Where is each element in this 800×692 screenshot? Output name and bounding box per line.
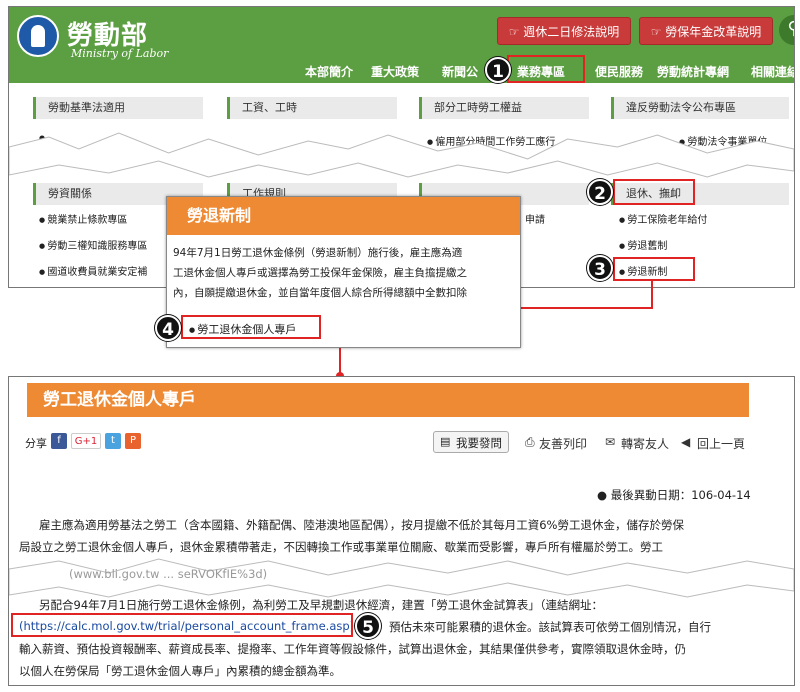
- print-link[interactable]: 友善列印: [539, 435, 587, 452]
- page-title: 勞工退休金個人專戶: [27, 383, 749, 417]
- popup-text-line: 94年7月1日勞工退休金條例（勞退新制）施行後，雇主應為適: [173, 247, 463, 259]
- popup-title: 勞退新制: [167, 197, 520, 235]
- body-text-line: 雇主應為適用勞基法之勞工（含本國籍、外籍配偶、陸港澳地區配偶），按月提繳不低於其…: [39, 518, 684, 532]
- highlight-box-personal-account: [181, 315, 321, 339]
- step-badge-4: 4: [155, 315, 181, 341]
- twitter-icon[interactable]: t: [105, 433, 121, 449]
- personal-account-page-panel: 勞工退休金個人專戶 分享 f G+1 t P ▤ 我要發問 ⎙ 友善列印 ✉ 轉…: [8, 376, 795, 686]
- facebook-icon[interactable]: f: [51, 433, 67, 449]
- body-text-line: 預估未來可能累積的退休金。該試算表可依勞工個別情況，自行: [389, 620, 711, 634]
- chat-icon: ▤: [440, 435, 451, 448]
- forward-icon[interactable]: ✉: [605, 435, 615, 449]
- body-text-fragment: (www.bli.gov.tw ... seRVOKfIE%3d): [69, 567, 268, 581]
- new-pension-popup: 勞退新制 94年7月1日勞工退休金條例（勞退新制）施行後，雇主應為適 工退休金個…: [155, 196, 521, 348]
- back-link[interactable]: 回上一頁: [697, 435, 745, 452]
- step-badge-5: 5: [355, 613, 381, 639]
- popup-text-line: 內，自願提繳退休金，並自當年度個人綜合所得總額中全數扣除: [173, 287, 467, 299]
- body-text-line: 以個人在勞保局「勞工退休金個人專戶」內累積的總金額為準。: [19, 664, 341, 678]
- body-text-line: 局設立之勞工退休金個人專戶，退休金累積帶著走，不因轉換工作或事業單位關廠、歇業而…: [19, 540, 663, 554]
- popup-text-line: 工退休金個人專戶或選擇為勞工投保年金保險，雇主負擔提繳之: [173, 267, 467, 279]
- last-modified: ● 最後異動日期：106-04-14: [597, 488, 751, 502]
- body-text-line: 輸入薪資、預估投資報酬率、薪資成長率、提撥率、工作年資等假設條件，試算出退休金，…: [19, 642, 686, 656]
- forward-link[interactable]: 轉寄友人: [621, 435, 669, 452]
- ask-question-label: 我要發問: [456, 436, 502, 450]
- composite-screenshot: 勞動部 Ministry of Labor ☞ 週休二日修法說明 ☞ 勞保年金改…: [0, 0, 800, 692]
- google-plus-icon[interactable]: G+1: [71, 433, 101, 449]
- plurk-icon[interactable]: P: [125, 433, 141, 449]
- share-label: 分享: [25, 437, 47, 450]
- ask-question-button[interactable]: ▤ 我要發問: [433, 431, 509, 453]
- back-arrow-icon[interactable]: ◀: [681, 435, 690, 449]
- print-icon[interactable]: ⎙: [525, 435, 535, 450]
- body-text-line: 另配合94年7月1日施行勞工退休金條例，為利勞工及早規劃退休經濟，建置「勞工退休…: [39, 598, 604, 612]
- highlight-box-calculator-url: [11, 613, 353, 637]
